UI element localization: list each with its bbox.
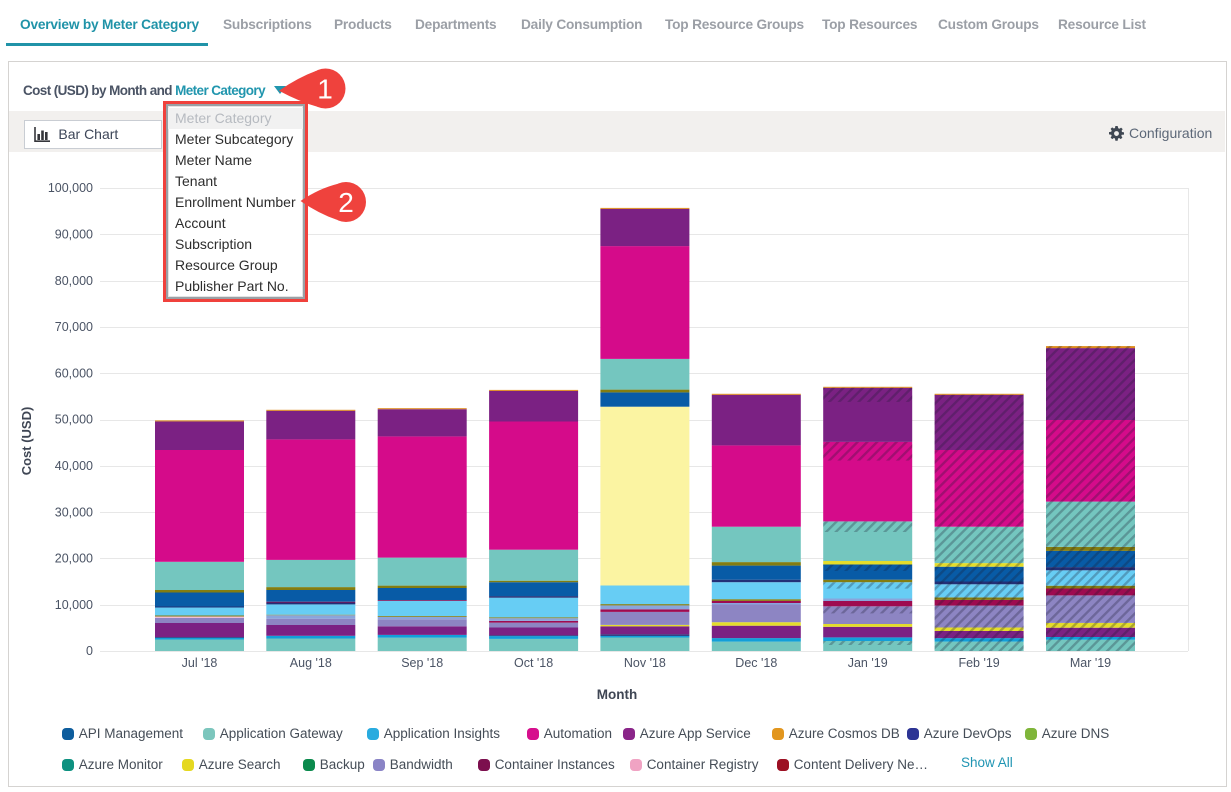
svg-text:90,000: 90,000 [55, 228, 93, 242]
svg-text:0: 0 [86, 644, 93, 658]
svg-text:30,000: 30,000 [55, 505, 93, 519]
svg-text:70,000: 70,000 [55, 320, 93, 334]
svg-text:Jul '18: Jul '18 [182, 656, 218, 670]
svg-text:Cost (USD): Cost (USD) [19, 407, 34, 476]
svg-text:40,000: 40,000 [55, 459, 93, 473]
svg-text:50,000: 50,000 [55, 413, 93, 427]
svg-text:60,000: 60,000 [55, 366, 93, 380]
svg-text:Jan '19: Jan '19 [848, 656, 888, 670]
svg-text:80,000: 80,000 [55, 274, 93, 288]
svg-text:Oct '18: Oct '18 [514, 656, 553, 670]
svg-text:Dec '18: Dec '18 [735, 656, 777, 670]
svg-text:Feb '19: Feb '19 [958, 656, 999, 670]
svg-text:Sep '18: Sep '18 [401, 656, 443, 670]
svg-text:10,000: 10,000 [55, 598, 93, 612]
svg-text:Aug '18: Aug '18 [290, 656, 332, 670]
svg-text:20,000: 20,000 [55, 552, 93, 566]
svg-text:Mar '19: Mar '19 [1070, 656, 1111, 670]
svg-text:Month: Month [597, 687, 637, 702]
svg-text:Nov '18: Nov '18 [624, 656, 666, 670]
svg-text:100,000: 100,000 [48, 181, 93, 195]
